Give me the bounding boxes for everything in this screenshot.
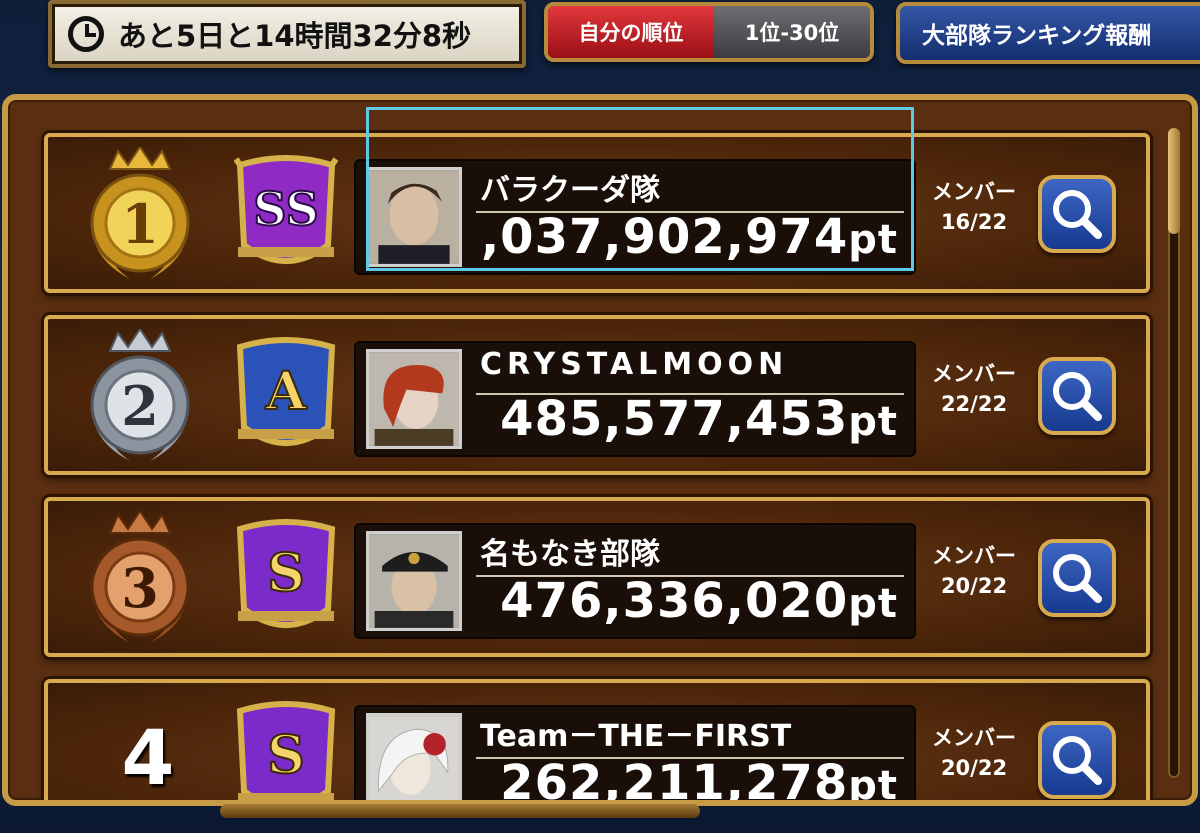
gold-rank-medal-icon: 1	[90, 147, 190, 279]
team-detail-search-button[interactable]	[1038, 175, 1116, 253]
magnifier-icon	[1053, 554, 1102, 603]
rank-number: 2	[121, 374, 159, 438]
team-points: 262,211,278pt	[500, 755, 898, 806]
member-count: メンバー 20/22	[932, 726, 1016, 780]
ss-rank-emblem-icon: SS	[234, 155, 338, 264]
own-rank-button[interactable]: 自分の順位	[548, 6, 714, 58]
team-info: 名もなき部隊 476,336,020pt	[354, 523, 916, 639]
silver-rank-medal-icon: 2	[90, 329, 190, 461]
magnifier-icon	[1053, 736, 1102, 785]
ranking-reward-button[interactable]: 大部隊ランキング報酬	[896, 2, 1200, 64]
countdown-text: あと5日と14時間32分8秒	[118, 19, 472, 53]
member-count: メンバー 16/22	[932, 180, 1016, 234]
a-rank-emblem-icon: A	[236, 337, 336, 446]
team-info: Team－THE－FIRST 262,211,278pt	[354, 705, 916, 806]
team-points: 485,577,453pt	[500, 391, 898, 447]
ranking-list-panel[interactable]: 1 SS バラクーダ隊 ,037,902,974pt メンバー 16/22 2 …	[2, 94, 1198, 806]
top-bar: あと5日と14時間32分8秒 自分の順位 1位-30位 大部隊ランキング報酬	[0, 0, 1200, 78]
leader-avatar	[366, 167, 462, 267]
team-name: バラクーダ隊	[480, 173, 660, 208]
leader-avatar	[366, 713, 462, 800]
ranking-row[interactable]: 1 SS バラクーダ隊 ,037,902,974pt メンバー 16/22	[44, 133, 1150, 293]
magnifier-icon	[1053, 190, 1102, 239]
rank-number: 3	[121, 556, 159, 620]
leader-avatar	[366, 349, 462, 449]
rank-number: 4	[121, 713, 175, 802]
team-detail-search-button[interactable]	[1038, 357, 1116, 435]
team-detail-search-button[interactable]	[1038, 539, 1116, 617]
team-name: 名もなき部隊	[480, 537, 660, 572]
team-points: ,037,902,974pt	[480, 209, 898, 265]
s-rank-emblem-icon: S	[236, 701, 336, 800]
magnifier-icon	[1053, 372, 1102, 421]
rank-filter-toggle: 自分の順位 1位-30位	[544, 2, 874, 62]
ranking-row[interactable]: 4 S Team－THE－FIRST 262,211,278pt メンバー 20…	[44, 679, 1150, 806]
member-count: メンバー 22/22	[932, 362, 1016, 416]
ranking-row[interactable]: 2 A CRYSTALMOON 485,577,453pt メンバー 22/22	[44, 315, 1150, 475]
member-count: メンバー 20/22	[932, 544, 1016, 598]
clock-icon	[68, 16, 104, 52]
bronze-rank-medal-icon: 3	[90, 511, 190, 643]
svg-text:SS: SS	[253, 182, 318, 236]
svg-text:S: S	[267, 725, 305, 786]
scrollbar-thumb[interactable]	[1168, 128, 1180, 234]
team-info: CRYSTALMOON 485,577,453pt	[354, 341, 916, 457]
team-points: 476,336,020pt	[500, 573, 898, 629]
svg-text:S: S	[267, 543, 305, 604]
team-name: CRYSTALMOON	[480, 347, 789, 382]
event-countdown: あと5日と14時間32分8秒	[48, 0, 526, 68]
top-range-button[interactable]: 1位-30位	[714, 6, 870, 58]
ranking-row[interactable]: 3 S 名もなき部隊 476,336,020pt メンバー 20/22	[44, 497, 1150, 657]
team-name: Team－THE－FIRST	[480, 719, 792, 754]
panel-bottom-ornament	[220, 804, 700, 818]
team-info: バラクーダ隊 ,037,902,974pt	[354, 159, 916, 275]
rank-number: 1	[121, 192, 159, 256]
s-rank-emblem-icon: S	[236, 519, 336, 628]
leader-avatar	[366, 531, 462, 631]
team-detail-search-button[interactable]	[1038, 721, 1116, 799]
svg-text:A: A	[265, 361, 307, 422]
